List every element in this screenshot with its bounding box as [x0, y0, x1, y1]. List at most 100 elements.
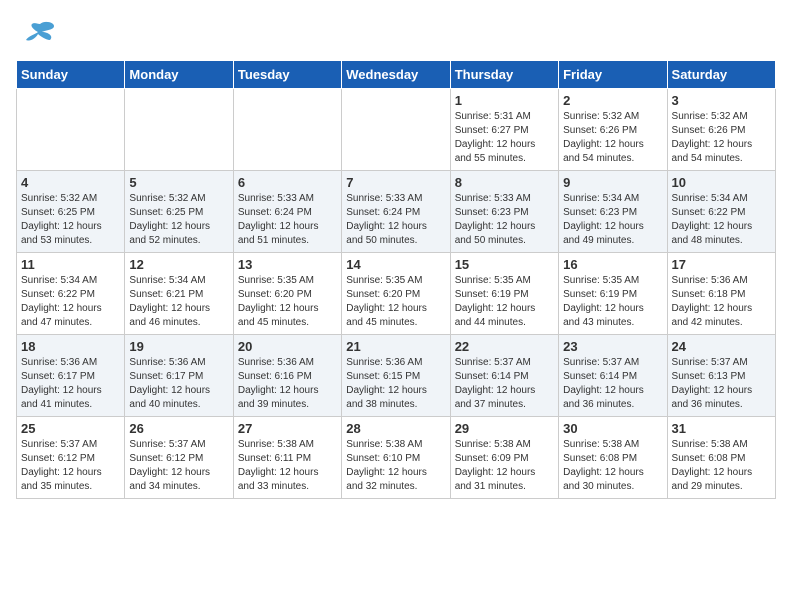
day-info: Sunrise: 5:36 AM Sunset: 6:18 PM Dayligh… — [672, 274, 771, 330]
calendar-cell: 18 Sunrise: 5:36 AM Sunset: 6:17 PM Dayli… — [17, 335, 125, 417]
day-number: 5 — [129, 175, 228, 190]
day-number: 13 — [238, 257, 337, 272]
day-number: 20 — [238, 339, 337, 354]
calendar-cell: 6 Sunrise: 5:33 AM Sunset: 6:24 PM Daylig… — [233, 171, 341, 253]
calendar-cell: 25Sunrise: 5:37 AM Sunset: 6:12 PM Dayli… — [17, 417, 125, 499]
day-number: 17 — [672, 257, 771, 272]
calendar-header-friday: Friday — [559, 61, 667, 89]
day-info: Sunrise: 5:38 AM Sunset: 6:11 PM Dayligh… — [238, 438, 337, 494]
day-info: Sunrise: 5:37 AM Sunset: 6:13 PM Dayligh… — [672, 356, 771, 412]
calendar-cell: 29 Sunrise: 5:38 AM Sunset: 6:09 PM Dayli… — [450, 417, 558, 499]
calendar-cell — [233, 89, 341, 171]
day-number: 19 — [129, 339, 228, 354]
calendar-cell — [342, 89, 450, 171]
calendar-cell: 4 Sunrise: 5:32 AM Sunset: 6:25 PM Daylig… — [17, 171, 125, 253]
calendar-header-saturday: Saturday — [667, 61, 775, 89]
calendar-header-thursday: Thursday — [450, 61, 558, 89]
calendar-cell: 16 Sunrise: 5:35 AM Sunset: 6:19 PM Dayli… — [559, 253, 667, 335]
day-info: Sunrise: 5:35 AM Sunset: 6:20 PM Dayligh… — [238, 274, 337, 330]
calendar-cell: 31 Sunrise: 5:38 AM Sunset: 6:08 PM Dayli… — [667, 417, 775, 499]
day-info: Sunrise: 5:32 AM Sunset: 6:25 PM Dayligh… — [21, 192, 120, 248]
calendar-cell: 3Sunrise: 5:32 AM Sunset: 6:26 PM Daylig… — [667, 89, 775, 171]
calendar-cell: 19 Sunrise: 5:36 AM Sunset: 6:17 PM Dayli… — [125, 335, 233, 417]
calendar-cell: 2 Sunrise: 5:32 AM Sunset: 6:26 PM Daylig… — [559, 89, 667, 171]
day-info: Sunrise: 5:35 AM Sunset: 6:20 PM Dayligh… — [346, 274, 445, 330]
calendar-cell: 21 Sunrise: 5:36 AM Sunset: 6:15 PM Dayli… — [342, 335, 450, 417]
calendar-cell: 5 Sunrise: 5:32 AM Sunset: 6:25 PM Daylig… — [125, 171, 233, 253]
calendar-table: SundayMondayTuesdayWednesdayThursdayFrid… — [16, 60, 776, 499]
calendar-cell: 27Sunrise: 5:38 AM Sunset: 6:11 PM Dayli… — [233, 417, 341, 499]
day-number: 18 — [21, 339, 120, 354]
calendar-cell: 30 Sunrise: 5:38 AM Sunset: 6:08 PM Dayli… — [559, 417, 667, 499]
day-info: Sunrise: 5:35 AM Sunset: 6:19 PM Dayligh… — [563, 274, 662, 330]
day-number: 4 — [21, 175, 120, 190]
day-number: 10 — [672, 175, 771, 190]
calendar-cell: 22 Sunrise: 5:37 AM Sunset: 6:14 PM Dayli… — [450, 335, 558, 417]
calendar-cell — [125, 89, 233, 171]
day-info: Sunrise: 5:33 AM Sunset: 6:24 PM Dayligh… — [238, 192, 337, 248]
calendar-week-row: 11 Sunrise: 5:34 AM Sunset: 6:22 PM Dayli… — [17, 253, 776, 335]
day-info: Sunrise: 5:31 AM Sunset: 6:27 PM Dayligh… — [455, 110, 554, 166]
calendar-cell: 1 Sunrise: 5:31 AM Sunset: 6:27 PM Daylig… — [450, 89, 558, 171]
calendar-cell: 7Sunrise: 5:33 AM Sunset: 6:24 PM Daylig… — [342, 171, 450, 253]
day-number: 9 — [563, 175, 662, 190]
calendar-cell: 15 Sunrise: 5:35 AM Sunset: 6:19 PM Dayli… — [450, 253, 558, 335]
day-number: 24 — [672, 339, 771, 354]
calendar-week-row: 18 Sunrise: 5:36 AM Sunset: 6:17 PM Dayli… — [17, 335, 776, 417]
calendar-cell: 10 Sunrise: 5:34 AM Sunset: 6:22 PM Dayli… — [667, 171, 775, 253]
day-number: 6 — [238, 175, 337, 190]
calendar-cell: 11 Sunrise: 5:34 AM Sunset: 6:22 PM Dayli… — [17, 253, 125, 335]
day-info: Sunrise: 5:36 AM Sunset: 6:15 PM Dayligh… — [346, 356, 445, 412]
day-number: 7 — [346, 175, 445, 190]
day-info: Sunrise: 5:38 AM Sunset: 6:08 PM Dayligh… — [563, 438, 662, 494]
day-info: Sunrise: 5:34 AM Sunset: 6:22 PM Dayligh… — [21, 274, 120, 330]
day-info: Sunrise: 5:32 AM Sunset: 6:26 PM Dayligh… — [563, 110, 662, 166]
day-info: Sunrise: 5:36 AM Sunset: 6:17 PM Dayligh… — [129, 356, 228, 412]
day-number: 21 — [346, 339, 445, 354]
day-number: 11 — [21, 257, 120, 272]
day-info: Sunrise: 5:38 AM Sunset: 6:08 PM Dayligh… — [672, 438, 771, 494]
day-info: Sunrise: 5:38 AM Sunset: 6:10 PM Dayligh… — [346, 438, 445, 494]
day-number: 12 — [129, 257, 228, 272]
day-number: 29 — [455, 421, 554, 436]
day-info: Sunrise: 5:38 AM Sunset: 6:09 PM Dayligh… — [455, 438, 554, 494]
logo — [16, 16, 56, 52]
day-info: Sunrise: 5:34 AM Sunset: 6:23 PM Dayligh… — [563, 192, 662, 248]
calendar-week-row: 4 Sunrise: 5:32 AM Sunset: 6:25 PM Daylig… — [17, 171, 776, 253]
day-number: 25 — [21, 421, 120, 436]
day-info: Sunrise: 5:37 AM Sunset: 6:12 PM Dayligh… — [129, 438, 228, 494]
calendar-header-row: SundayMondayTuesdayWednesdayThursdayFrid… — [17, 61, 776, 89]
calendar-week-row: 1 Sunrise: 5:31 AM Sunset: 6:27 PM Daylig… — [17, 89, 776, 171]
day-info: Sunrise: 5:35 AM Sunset: 6:19 PM Dayligh… — [455, 274, 554, 330]
day-number: 22 — [455, 339, 554, 354]
calendar-cell: 9 Sunrise: 5:34 AM Sunset: 6:23 PM Daylig… — [559, 171, 667, 253]
calendar-cell: 24 Sunrise: 5:37 AM Sunset: 6:13 PM Dayli… — [667, 335, 775, 417]
day-info: Sunrise: 5:37 AM Sunset: 6:14 PM Dayligh… — [455, 356, 554, 412]
calendar-cell: 23Sunrise: 5:37 AM Sunset: 6:14 PM Dayli… — [559, 335, 667, 417]
day-number: 14 — [346, 257, 445, 272]
day-number: 15 — [455, 257, 554, 272]
day-number: 26 — [129, 421, 228, 436]
day-info: Sunrise: 5:36 AM Sunset: 6:17 PM Dayligh… — [21, 356, 120, 412]
calendar-header-sunday: Sunday — [17, 61, 125, 89]
calendar-header-wednesday: Wednesday — [342, 61, 450, 89]
calendar-cell: 28 Sunrise: 5:38 AM Sunset: 6:10 PM Dayli… — [342, 417, 450, 499]
day-number: 28 — [346, 421, 445, 436]
day-number: 30 — [563, 421, 662, 436]
day-info: Sunrise: 5:34 AM Sunset: 6:22 PM Dayligh… — [672, 192, 771, 248]
day-number: 1 — [455, 93, 554, 108]
day-number: 16 — [563, 257, 662, 272]
day-number: 31 — [672, 421, 771, 436]
calendar-header-monday: Monday — [125, 61, 233, 89]
calendar-header-tuesday: Tuesday — [233, 61, 341, 89]
day-info: Sunrise: 5:33 AM Sunset: 6:23 PM Dayligh… — [455, 192, 554, 248]
day-info: Sunrise: 5:32 AM Sunset: 6:26 PM Dayligh… — [672, 110, 771, 166]
calendar-week-row: 25 Sunrise: 5:37 AM Sunset: 6:12 PM Dayli… — [17, 417, 776, 499]
day-number: 8 — [455, 175, 554, 190]
calendar-cell: 13 Sunrise: 5:35 AM Sunset: 6:20 PM Dayli… — [233, 253, 341, 335]
calendar-cell: 14 Sunrise: 5:35 AM Sunset: 6:20 PM Dayli… — [342, 253, 450, 335]
day-number: 2 — [563, 93, 662, 108]
day-info: Sunrise: 5:32 AM Sunset: 6:25 PM Dayligh… — [129, 192, 228, 248]
day-info: Sunrise: 5:36 AM Sunset: 6:16 PM Dayligh… — [238, 356, 337, 412]
logo-bird-icon — [20, 16, 56, 52]
